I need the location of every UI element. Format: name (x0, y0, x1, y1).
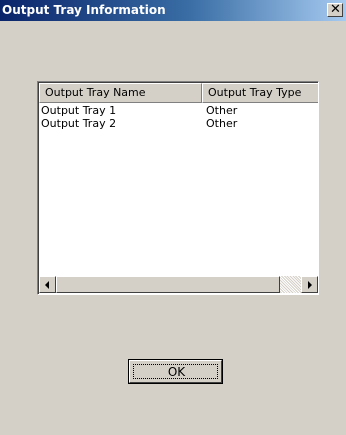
scroll-right-button[interactable] (301, 276, 318, 293)
list-row[interactable]: Output Tray 2 Other (39, 117, 318, 130)
column-header-type[interactable]: Output Tray Type (202, 83, 318, 103)
output-tray-dialog: Output Tray Information ✕ Output Tray Na… (0, 0, 346, 435)
list-row[interactable]: Output Tray 1 Other (39, 104, 318, 117)
ok-button[interactable]: OK (128, 359, 223, 384)
close-icon: ✕ (330, 2, 341, 17)
ok-button-label: OK (167, 365, 186, 379)
window-title: Output Tray Information (2, 3, 166, 17)
tray-type-cell: Other (206, 117, 238, 130)
scroll-left-button[interactable] (39, 276, 56, 293)
horizontal-scrollbar[interactable] (39, 276, 318, 293)
arrow-left-icon (45, 281, 49, 289)
list-frame: Output Tray Name Output Tray Type Output… (38, 82, 318, 294)
tray-name-cell: Output Tray 2 (41, 117, 117, 130)
title-bar[interactable]: Output Tray Information ✕ (0, 0, 346, 21)
tray-type-cell: Other (206, 104, 238, 117)
column-header-name[interactable]: Output Tray Name (39, 83, 202, 103)
list-header: Output Tray Name Output Tray Type (39, 83, 318, 103)
scrollbar-thumb[interactable] (56, 276, 280, 293)
close-button[interactable]: ✕ (327, 2, 343, 17)
arrow-right-icon (308, 281, 312, 289)
list-rows: Output Tray 1 Other Output Tray 2 Other (39, 104, 318, 130)
output-tray-list[interactable]: Output Tray Name Output Tray Type Output… (37, 81, 319, 295)
ok-button-bevel: OK (129, 360, 222, 383)
tray-name-cell: Output Tray 1 (41, 104, 117, 117)
